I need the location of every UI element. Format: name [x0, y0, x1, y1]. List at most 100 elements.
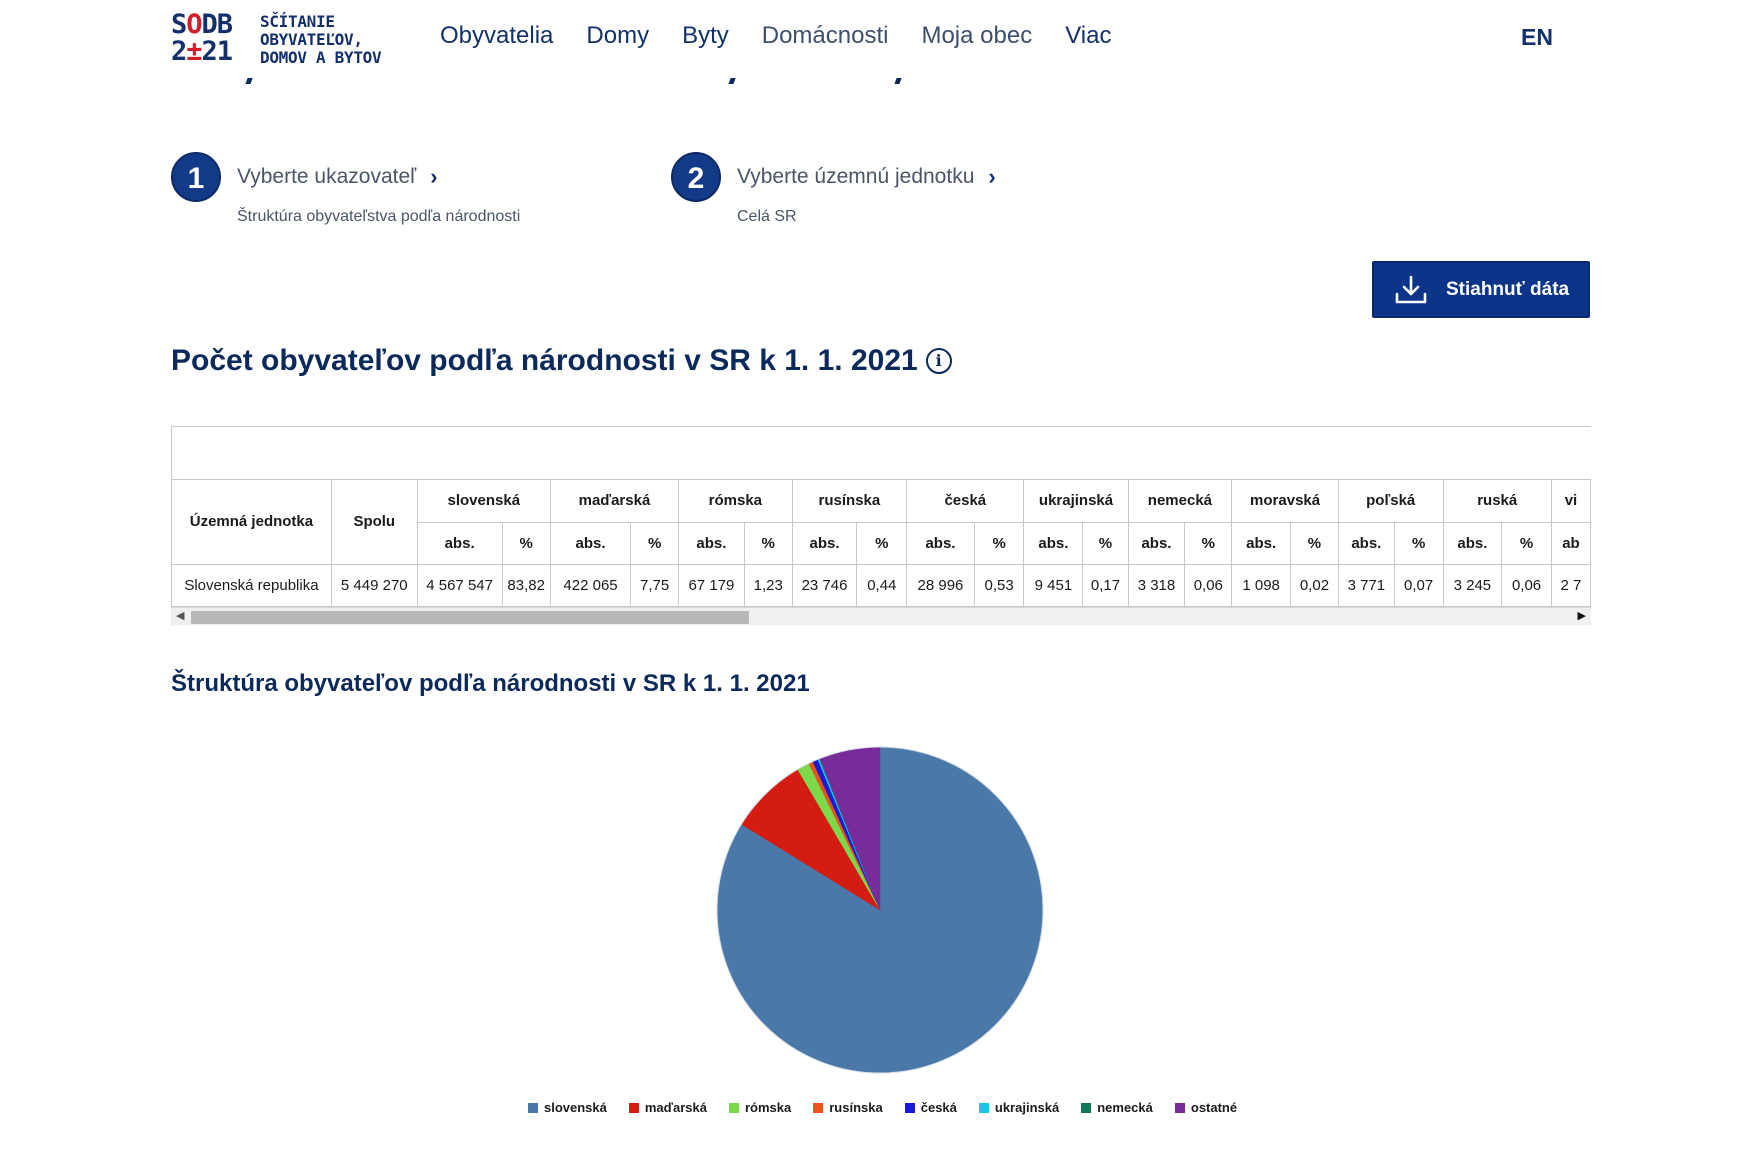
nav-viac[interactable]: Viac: [1065, 22, 1111, 50]
group-header: slovenská: [417, 480, 551, 523]
legend-swatch: [628, 1102, 639, 1113]
legend-label: slovenská: [544, 1100, 607, 1115]
step-number: 2: [671, 152, 721, 202]
chart-legend: slovenská maďarská rómska rusínska česká ukra…: [528, 1100, 1259, 1115]
nationality-table-container: Územná jednotka Spolu slovenská maďarská…: [171, 426, 1591, 626]
sub-pct: %: [974, 522, 1025, 565]
step-select-indicator[interactable]: 1 Vyberte ukazovateľ › Štruktúra obyvateľ…: [171, 152, 520, 226]
scrollbar-thumb[interactable]: [191, 611, 749, 624]
legend-swatch: [813, 1102, 824, 1113]
cell: 3 318: [1128, 564, 1186, 607]
info-icon[interactable]: i: [925, 348, 952, 374]
group-header: česká: [906, 480, 1025, 523]
cell: 23 746: [792, 564, 858, 607]
cell: 9 451: [1023, 564, 1084, 607]
logo-mark: SODB 2±21: [171, 9, 233, 67]
sub-abs: ab: [1551, 522, 1591, 565]
cell: 0,53: [974, 564, 1025, 607]
group-header: ukrajinská: [1023, 480, 1129, 523]
sub-pct: %: [630, 522, 680, 565]
sub-abs: abs.: [1443, 522, 1503, 565]
sub-abs: abs.: [417, 522, 503, 565]
section-title-text: Počet obyvateľov podľa národnosti v SR k…: [171, 344, 918, 377]
group-header: rusínska: [792, 480, 908, 523]
legend-label: rómska: [745, 1100, 792, 1115]
group-header: nemecká: [1128, 480, 1233, 523]
cell: 0,06: [1501, 564, 1552, 607]
legend-item-nemecká[interactable]: nemecká: [1081, 1100, 1153, 1115]
nav-domy[interactable]: Domy: [586, 22, 649, 50]
nationality-pie-chart: [716, 746, 1044, 1074]
sub-pct: %: [856, 522, 908, 565]
nav-obyvatelia[interactable]: Obyvatelia: [440, 22, 553, 50]
legend-item-ukrajinská[interactable]: ukrajinská: [978, 1100, 1060, 1115]
cell: 0,06: [1184, 564, 1233, 607]
cell: 3 771: [1338, 564, 1395, 607]
group-header: ruská: [1443, 480, 1552, 523]
site-header: SODB 2±21 SČÍTANIE OBYVATEĽOV, DOMOV A B…: [0, 0, 1755, 78]
group-header: moravská: [1231, 480, 1339, 523]
sub-pct: %: [502, 522, 551, 565]
col-unit: Územná jednotka: [172, 480, 332, 565]
download-label: Stiahnuť dáta: [1446, 278, 1570, 300]
sub-abs: abs.: [1231, 522, 1291, 565]
cell: 4 567 547: [417, 564, 503, 607]
group-header: rómska: [678, 480, 793, 523]
nav-byty[interactable]: Byty: [682, 22, 729, 50]
legend-label: ostatné: [1190, 1100, 1238, 1115]
legend-item-rómska[interactable]: rómska: [729, 1100, 791, 1115]
cell-total: 5 449 270: [331, 564, 418, 607]
sub-abs: abs.: [792, 522, 858, 565]
table-toolbar: [172, 427, 1591, 480]
cell: 1 098: [1231, 564, 1291, 607]
cell: 0,02: [1290, 564, 1339, 607]
legend-item-slovenská[interactable]: slovenská: [528, 1100, 607, 1115]
sub-pct: %: [1184, 522, 1233, 565]
sub-abs: abs.: [678, 522, 745, 565]
step-title: Vyberte územnú jednotku: [737, 165, 975, 188]
cell: 2 7: [1551, 564, 1591, 607]
sub-abs: abs.: [906, 522, 975, 565]
group-header: maďarská: [550, 480, 680, 523]
legend-item-rusínska[interactable]: rusínska: [813, 1100, 883, 1115]
scroll-right-arrow-icon[interactable]: ▶: [1578, 609, 1586, 622]
cell: 422 065: [550, 564, 632, 607]
cell: 1,23: [744, 564, 793, 607]
legend-label: rusínska: [829, 1100, 883, 1115]
language-switch[interactable]: EN: [1521, 24, 1553, 51]
cell: 0,44: [856, 564, 908, 607]
nav-domacnosti[interactable]: Domácnosti: [762, 22, 889, 50]
section-title: Počet obyvateľov podľa národnosti v SR k…: [171, 344, 952, 378]
nav-moja-obec[interactable]: Moja obec: [921, 22, 1032, 50]
download-data-button[interactable]: Stiahnuť dáta: [1372, 261, 1590, 318]
legend-swatch: [904, 1102, 915, 1113]
legend-swatch: [978, 1102, 989, 1113]
sub-pct: %: [1082, 522, 1129, 565]
sub-abs: abs.: [1128, 522, 1186, 565]
legend-item-maďarská[interactable]: maďarská: [628, 1100, 707, 1115]
legend-item-česká[interactable]: česká: [904, 1100, 957, 1115]
table-row: Slovenská republika 5 449 270 4 567 547 …: [172, 564, 1591, 607]
table-horizontal-scrollbar[interactable]: ◀ ▶: [171, 607, 1591, 625]
scroll-left-arrow-icon[interactable]: ◀: [176, 609, 184, 622]
sub-abs: abs.: [550, 522, 632, 565]
sub-pct: %: [1290, 522, 1339, 565]
clipped-page-heading: [171, 78, 931, 92]
step-select-territory[interactable]: 2 Vyberte územnú jednotku › Celá SR: [671, 152, 996, 226]
sodb-logo[interactable]: SODB 2±21 SČÍTANIE OBYVATEĽOV, DOMOV A B…: [171, 11, 401, 67]
chevron-right-icon: ›: [430, 164, 438, 189]
legend-label: ukrajinská: [994, 1100, 1060, 1115]
legend-swatch: [528, 1102, 538, 1113]
legend-label: česká: [920, 1100, 957, 1115]
legend-item-ostatné[interactable]: ostatné: [1174, 1100, 1238, 1115]
cell: 7,75: [630, 564, 680, 607]
legend-label: maďarská: [644, 1100, 707, 1115]
col-total: Spolu: [331, 480, 418, 565]
sub-pct: %: [744, 522, 793, 565]
legend-swatch: [1174, 1102, 1185, 1113]
step-title: Vyberte ukazovateľ: [237, 165, 417, 188]
nationality-table: Územná jednotka Spolu slovenská maďarská…: [172, 480, 1591, 607]
step-selected-value: Štruktúra obyvateľstva podľa národnosti: [237, 208, 521, 225]
cell-unit: Slovenská republika: [172, 564, 332, 607]
group-header: vi: [1551, 480, 1591, 523]
